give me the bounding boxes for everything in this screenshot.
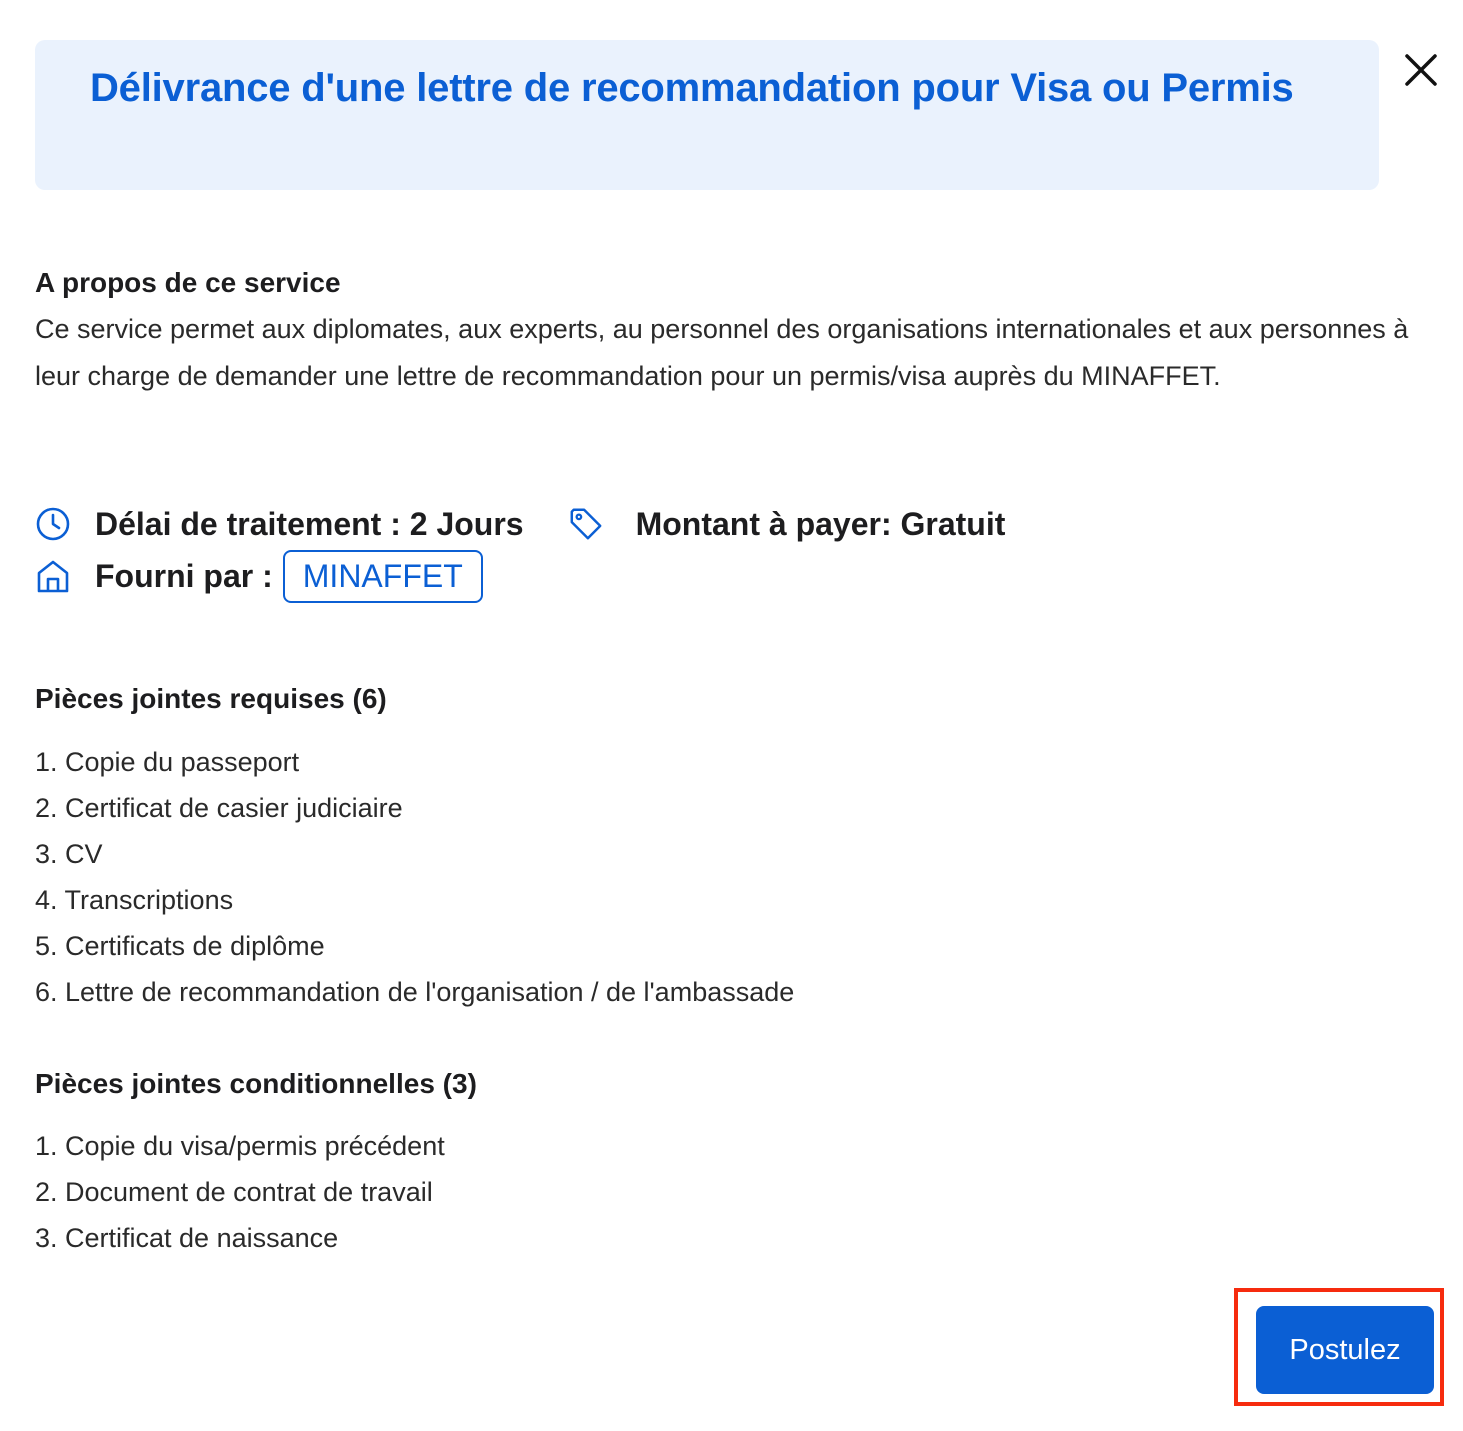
about-description: Ce service permet aux diplomates, aux ex… [35, 314, 1409, 391]
clock-icon [35, 506, 71, 542]
list-item: 3. CV [35, 839, 103, 869]
list-item: 2. Document de contrat de travail [35, 1177, 433, 1207]
list-item: 2. Certificat de casier judiciaire [35, 793, 403, 823]
page-title: Délivrance d'une lettre de recommandatio… [90, 66, 1294, 110]
apply-button[interactable]: Postulez [1256, 1306, 1434, 1394]
about-heading: A propos de ce service [35, 267, 341, 298]
list-item: 3. Certificat de naissance [35, 1223, 339, 1253]
list-item: 4. Transcriptions [35, 885, 234, 915]
tag-icon [568, 506, 604, 542]
conditional-attachments-list: 1. Copie du visa/permis précédent 2. Doc… [35, 1123, 445, 1261]
list-item: 6. Lettre de recommandation de l'organis… [35, 977, 795, 1007]
close-icon [1405, 54, 1437, 86]
required-attachments-heading: Pièces jointes requises (6) [35, 683, 387, 714]
processing-time: Délai de traitement : 2 Jours [95, 505, 524, 542]
service-header: Délivrance d'une lettre de recommandatio… [35, 40, 1379, 190]
provider-row: Fourni par : MINAFFET [35, 549, 483, 603]
amount-to-pay: Montant à payer: Gratuit [635, 505, 1006, 542]
list-item: 1. Copie du visa/permis précédent [35, 1131, 445, 1161]
home-icon [35, 558, 71, 594]
close-button[interactable] [1396, 45, 1446, 95]
required-attachments-list: 1. Copie du passeport 2. Certificat de c… [35, 739, 794, 1015]
list-item: 5. Certificats de diplôme [35, 931, 325, 961]
service-meta-row: Délai de traitement : 2 Jours Montant à … [35, 499, 1005, 549]
list-item: 1. Copie du passeport [35, 747, 300, 777]
provider-badge[interactable]: MINAFFET [282, 549, 483, 603]
provider-label: Fourni par : [95, 557, 273, 594]
conditional-attachments-heading: Pièces jointes conditionnelles (3) [35, 1068, 477, 1099]
